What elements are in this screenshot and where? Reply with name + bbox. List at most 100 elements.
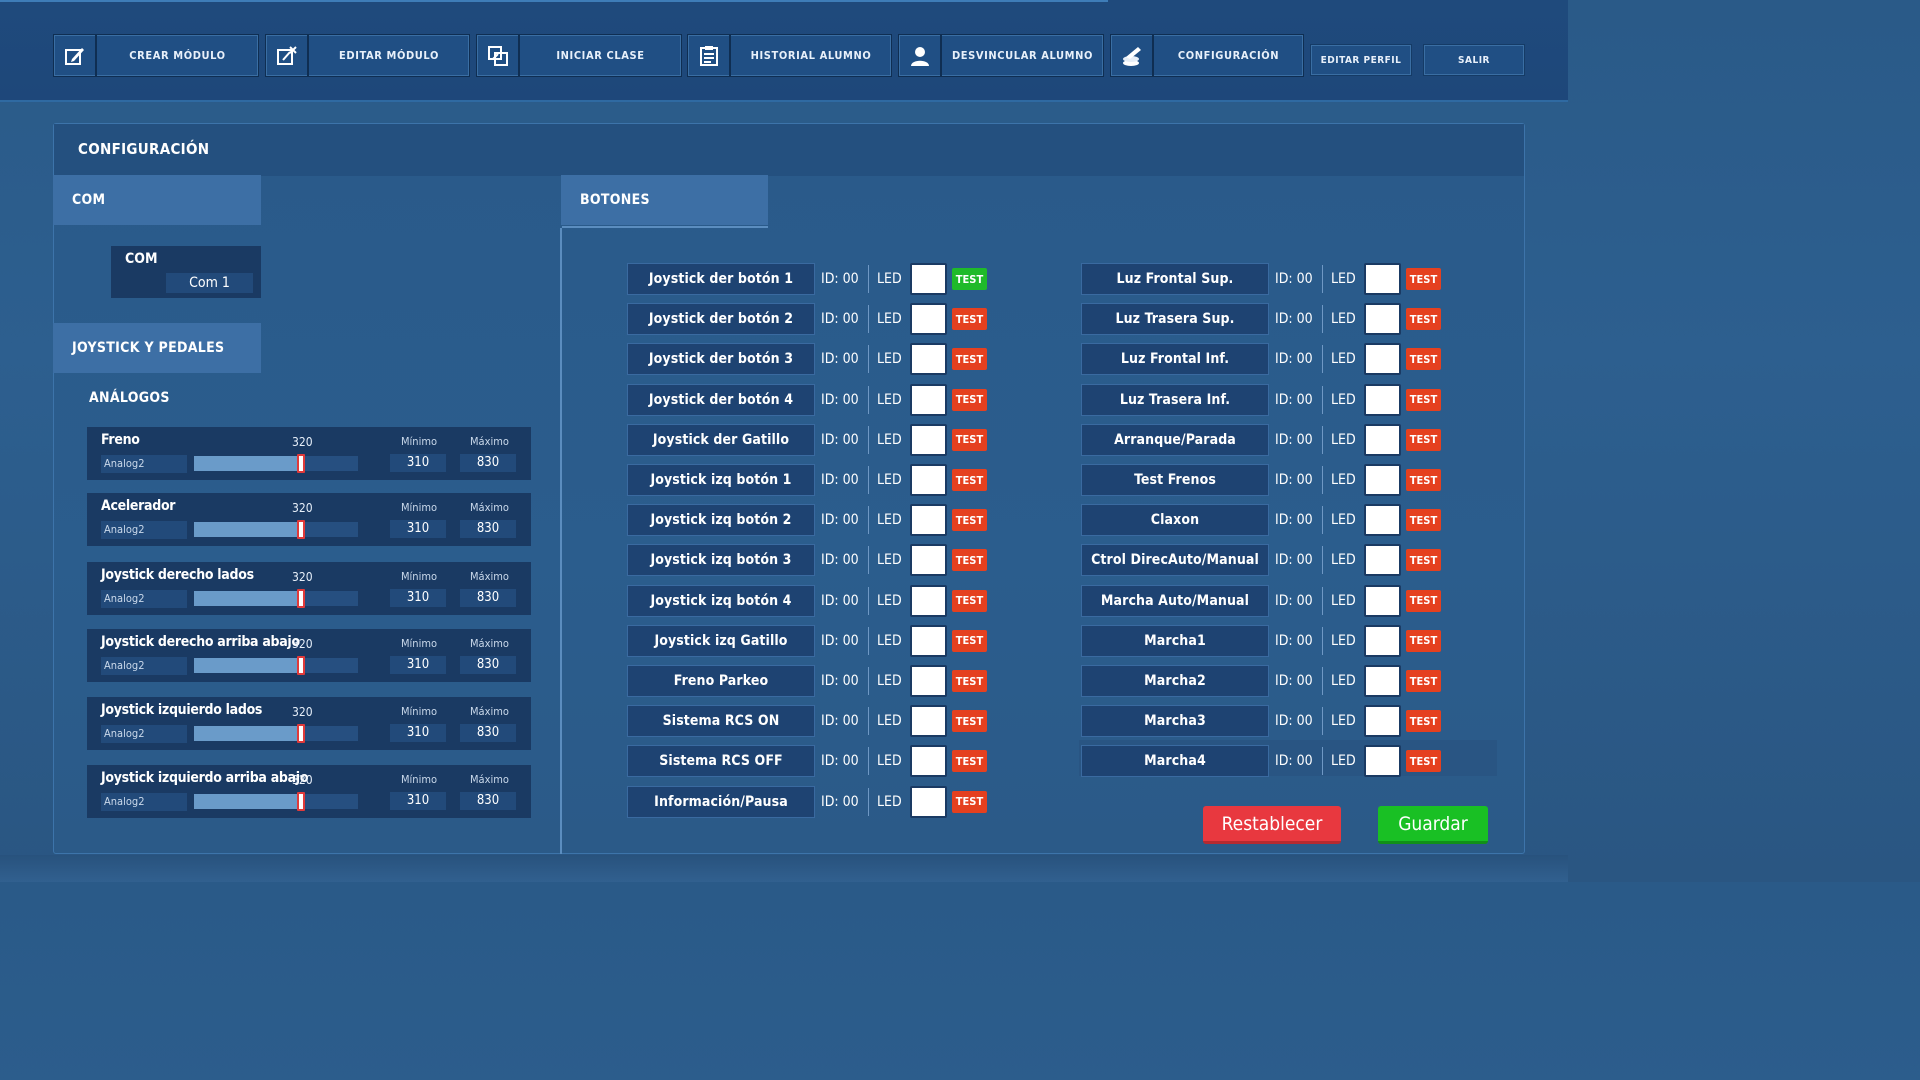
led-toggle[interactable] — [910, 785, 947, 818]
led-toggle[interactable] — [1364, 504, 1401, 537]
test-button[interactable]: TEST — [952, 710, 987, 733]
minimum-input[interactable]: 310 — [390, 520, 446, 538]
button-config-row: Claxon ID: 00 LED TEST — [1081, 504, 1441, 537]
minimum-input[interactable]: 310 — [390, 656, 446, 674]
analog-slider-handle[interactable] — [296, 589, 305, 608]
button-config-row: Marcha4 ID: 00 LED TEST — [1081, 745, 1441, 778]
test-button[interactable]: TEST — [1406, 428, 1441, 451]
test-button[interactable]: TEST — [1406, 509, 1441, 532]
led-toggle[interactable] — [910, 464, 947, 496]
analog-slider-handle[interactable] — [296, 792, 305, 811]
minimum-input[interactable]: 310 — [390, 454, 446, 472]
reset-button[interactable]: Restablecer — [1203, 806, 1341, 844]
test-button[interactable]: TEST — [952, 750, 987, 773]
minimum-input[interactable]: 310 — [390, 792, 446, 810]
led-toggle[interactable] — [910, 544, 947, 577]
led-toggle[interactable] — [910, 343, 947, 376]
maximum-input[interactable]: 830 — [460, 656, 516, 674]
test-button[interactable]: TEST — [1406, 629, 1441, 652]
edit-module-button[interactable]: EDITAR MÓDULO — [265, 34, 470, 77]
led-toggle[interactable] — [1364, 624, 1401, 657]
led-toggle[interactable] — [1364, 343, 1401, 376]
test-button[interactable]: TEST — [952, 509, 987, 532]
test-button[interactable]: TEST — [1406, 268, 1441, 290]
led-toggle[interactable] — [1364, 745, 1401, 778]
led-toggle[interactable] — [1364, 584, 1401, 617]
test-button[interactable]: TEST — [952, 308, 987, 331]
analog-slider-handle[interactable] — [296, 520, 305, 539]
test-button[interactable]: TEST — [952, 469, 987, 491]
led-toggle[interactable] — [910, 665, 947, 697]
student-history-button[interactable]: HISTORIAL ALUMNO — [687, 34, 892, 77]
test-button[interactable]: TEST — [952, 388, 987, 411]
led-toggle[interactable] — [910, 263, 947, 295]
start-class-button[interactable]: INICIAR CLASE — [476, 34, 682, 77]
led-toggle[interactable] — [1364, 263, 1401, 295]
maximum-input[interactable]: 830 — [460, 520, 516, 538]
led-toggle[interactable] — [910, 504, 947, 537]
analog-slider-handle[interactable] — [296, 724, 305, 743]
led-toggle[interactable] — [910, 383, 947, 416]
test-button[interactable]: TEST — [1406, 469, 1441, 491]
analog-slider-handle[interactable] — [296, 656, 305, 675]
led-toggle[interactable] — [1364, 423, 1401, 456]
test-button[interactable]: TEST — [952, 790, 987, 813]
test-button[interactable]: TEST — [952, 589, 987, 612]
test-button[interactable]: TEST — [952, 670, 987, 692]
led-toggle[interactable] — [1364, 705, 1401, 738]
minimum-input[interactable]: 310 — [390, 724, 446, 742]
led-toggle[interactable] — [1364, 383, 1401, 416]
button-name: Marcha2 — [1081, 665, 1269, 697]
led-toggle[interactable] — [1364, 665, 1401, 697]
test-button[interactable]: TEST — [952, 268, 987, 290]
unlink-student-button[interactable]: DESVINCULAR ALUMNO — [898, 34, 1104, 77]
exit-button[interactable]: SALIR — [1423, 44, 1525, 76]
analog-slider[interactable] — [194, 724, 358, 743]
test-button[interactable]: TEST — [1406, 549, 1441, 572]
edit-profile-button[interactable]: EDITAR PERFIL — [1310, 44, 1412, 76]
test-button[interactable]: TEST — [1406, 670, 1441, 692]
analog-source-select[interactable]: Analog2 — [101, 521, 187, 539]
analog-slider[interactable] — [194, 792, 358, 811]
test-button[interactable]: TEST — [1406, 710, 1441, 733]
led-toggle[interactable] — [1364, 464, 1401, 496]
save-button[interactable]: Guardar — [1378, 806, 1488, 844]
test-button[interactable]: TEST — [952, 549, 987, 572]
maximum-input[interactable]: 830 — [460, 589, 516, 607]
analog-source-select[interactable]: Analog2 — [101, 455, 187, 473]
test-button[interactable]: TEST — [1406, 308, 1441, 331]
minimum-input[interactable]: 310 — [390, 589, 446, 607]
analog-source-select[interactable]: Analog2 — [101, 590, 187, 608]
test-button[interactable]: TEST — [952, 629, 987, 652]
analog-slider[interactable] — [194, 454, 358, 473]
analog-slider[interactable] — [194, 589, 358, 608]
analog-source-select[interactable]: Analog2 — [101, 657, 187, 675]
com-port-select[interactable]: Com 1 — [166, 273, 253, 293]
analog-slider[interactable] — [194, 520, 358, 539]
led-toggle[interactable] — [910, 745, 947, 778]
analog-source-select[interactable]: Analog2 — [101, 725, 187, 743]
maximum-input[interactable]: 830 — [460, 724, 516, 742]
test-button[interactable]: TEST — [1406, 388, 1441, 411]
analog-source-select[interactable]: Analog2 — [101, 793, 187, 811]
led-toggle[interactable] — [910, 624, 947, 657]
analog-slider[interactable] — [194, 656, 358, 675]
test-button[interactable]: TEST — [952, 348, 987, 371]
led-toggle[interactable] — [1364, 544, 1401, 577]
test-button[interactable]: TEST — [1406, 750, 1441, 773]
analog-slider-handle[interactable] — [296, 454, 305, 473]
led-toggle[interactable] — [910, 705, 947, 738]
led-toggle[interactable] — [1364, 303, 1401, 336]
maximum-input[interactable]: 830 — [460, 454, 516, 472]
led-toggle[interactable] — [910, 584, 947, 617]
test-button[interactable]: TEST — [952, 428, 987, 451]
led-toggle[interactable] — [910, 423, 947, 456]
led-toggle[interactable] — [910, 303, 947, 336]
maximum-input[interactable]: 830 — [460, 792, 516, 810]
led-label: LED — [877, 793, 902, 810]
create-module-button[interactable]: CREAR MÓDULO — [53, 34, 259, 77]
settings-button[interactable]: CONFIGURACIÓN — [1110, 34, 1304, 77]
test-button[interactable]: TEST — [1406, 348, 1441, 371]
test-button[interactable]: TEST — [1406, 589, 1441, 612]
button-name: Joystick der Gatillo — [627, 423, 815, 456]
